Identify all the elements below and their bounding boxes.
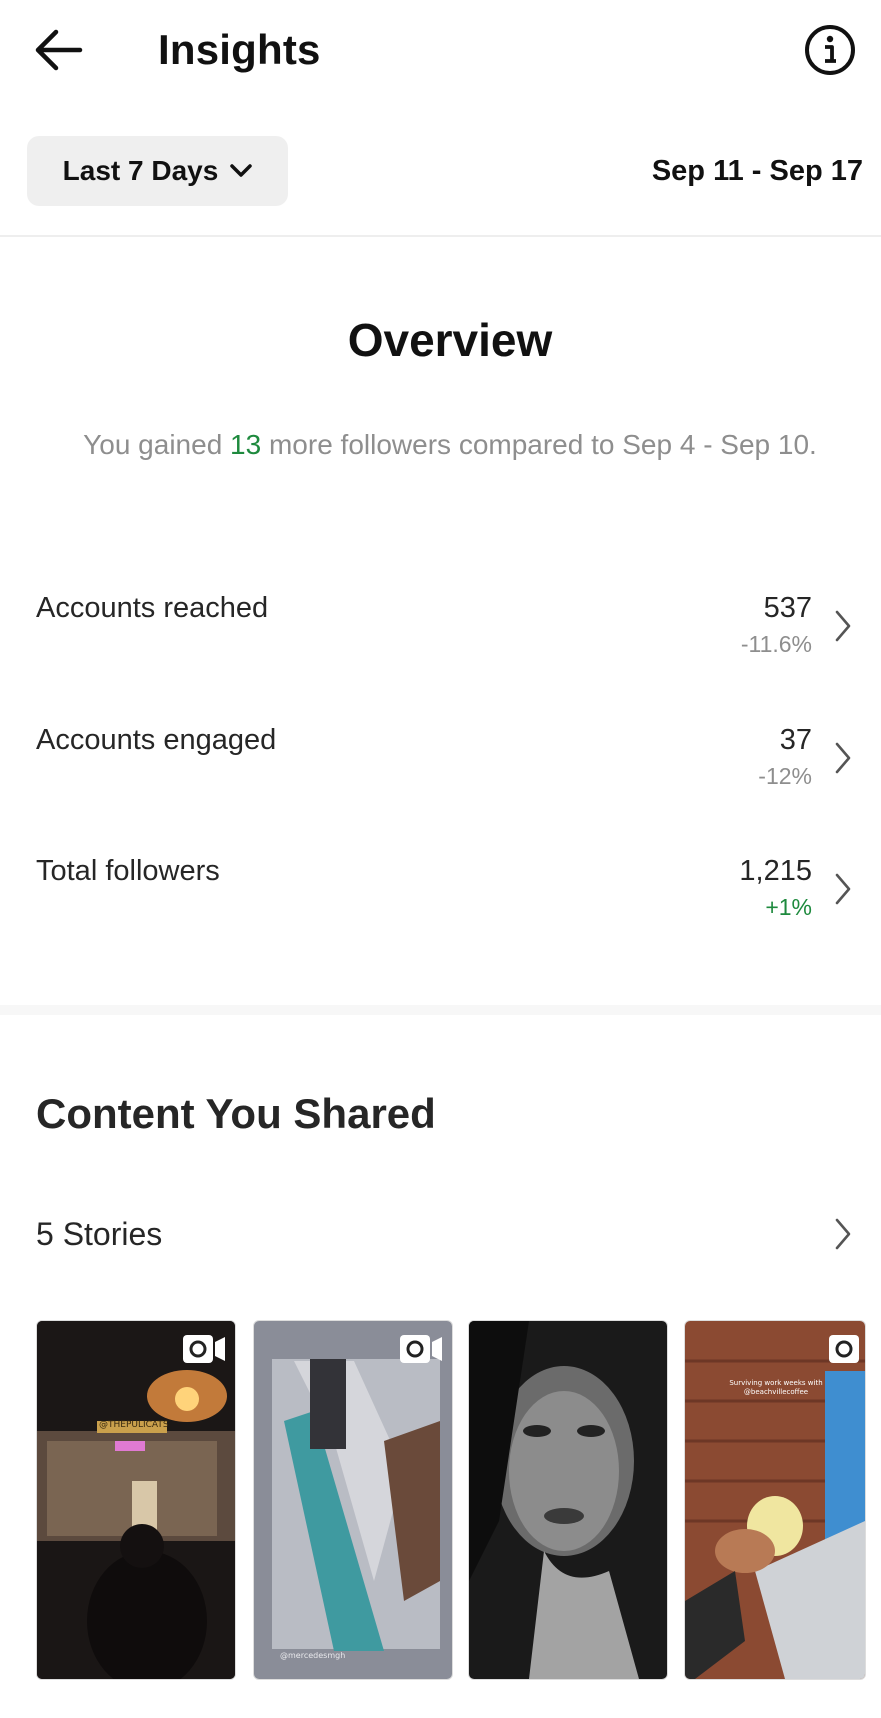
metric-label: Total followers — [36, 855, 220, 887]
chevron-right-icon — [835, 873, 851, 905]
video-camera-icon — [183, 1335, 225, 1363]
stories-row[interactable]: 5 Stories — [0, 1210, 881, 1260]
section-divider — [0, 1005, 881, 1015]
metric-value: 37 — [779, 724, 812, 756]
metric-value: 1,215 — [739, 855, 812, 887]
metric-change: -11.6% — [740, 631, 812, 657]
story-thumbnail[interactable] — [468, 1320, 668, 1680]
story-overlay-text: @THEPULICATS — [99, 1420, 169, 1430]
chevron-down-icon — [230, 164, 253, 177]
story-overlay-text: Surviving work weeks with @beachvillecof… — [729, 1379, 823, 1396]
overview-heading: Overview — [347, 314, 553, 366]
metric-value: 537 — [763, 592, 812, 624]
story-image — [469, 1321, 667, 1679]
info-icon — [805, 25, 855, 75]
story-thumbnail[interactable]: @mercedesmgh — [253, 1320, 453, 1680]
story-thumbnail[interactable]: Surviving work weeks with @beachvillecof… — [684, 1320, 866, 1680]
divider — [0, 235, 881, 237]
metric-row-accounts-reached[interactable]: Accounts reached 537 -11.6% — [0, 590, 881, 700]
info-button[interactable] — [802, 22, 858, 78]
date-range-dropdown[interactable]: Last 7 Days — [27, 136, 288, 206]
date-range-dropdown-label: Last 7 Days — [62, 155, 219, 186]
gain-count: 13 — [230, 429, 262, 460]
chevron-right-icon — [835, 742, 851, 774]
arrow-left-icon — [35, 29, 83, 71]
page-title: Insights — [158, 26, 321, 73]
story-image — [685, 1321, 865, 1679]
story-overlay-text: @mercedesmgh — [280, 1651, 346, 1660]
stories-count-label: 5 Stories — [36, 1216, 163, 1252]
followers-gain-summary: You gained 13 more followers compared to… — [70, 428, 830, 462]
metric-row-total-followers[interactable]: Total followers 1,215 +1% — [0, 853, 881, 963]
metric-label: Accounts engaged — [36, 724, 277, 756]
content-shared-heading: Content You Shared — [36, 1090, 436, 1137]
chevron-right-icon — [835, 610, 851, 642]
video-camera-icon — [829, 1335, 859, 1363]
gain-suffix: more followers compared to Sep 4 - Sep 1… — [261, 429, 817, 460]
metric-label: Accounts reached — [36, 592, 269, 624]
back-button[interactable] — [28, 20, 94, 80]
chevron-right-icon — [835, 1218, 851, 1250]
date-range-text: Sep 11 - Sep 17 — [651, 155, 863, 187]
story-thumbnail[interactable]: @THEPULICATS — [36, 1320, 236, 1680]
video-camera-icon — [400, 1335, 442, 1363]
metric-row-accounts-engaged[interactable]: Accounts engaged 37 -12% — [0, 722, 881, 832]
story-image — [37, 1321, 235, 1679]
metric-change: -12% — [758, 763, 812, 789]
gain-prefix: You gained — [83, 429, 231, 460]
story-image — [254, 1321, 452, 1679]
metric-change: +1% — [765, 894, 812, 920]
